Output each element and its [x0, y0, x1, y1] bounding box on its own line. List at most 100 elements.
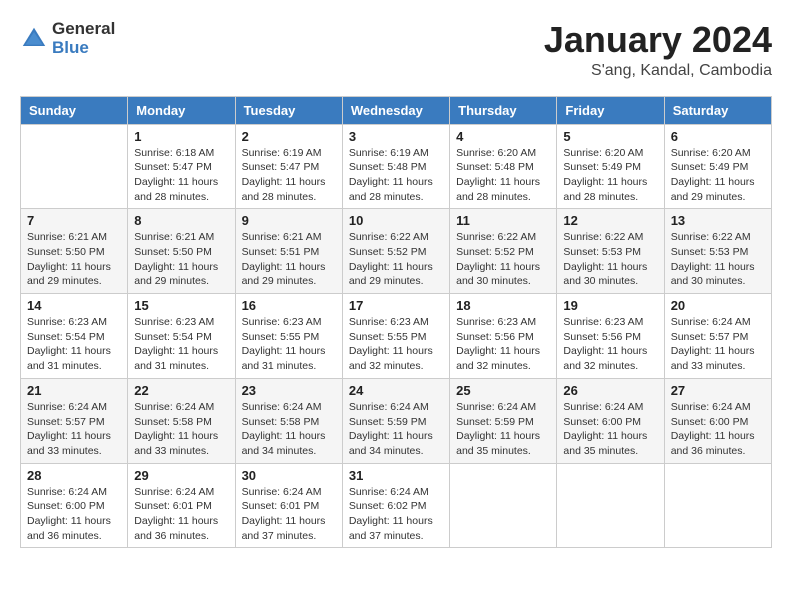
calendar-cell: 27 Sunrise: 6:24 AM Sunset: 6:00 PM Dayli…: [664, 378, 771, 463]
day-number: 9: [242, 213, 336, 228]
day-info: Sunrise: 6:20 AM Sunset: 5:48 PM Dayligh…: [456, 146, 550, 205]
day-info: Sunrise: 6:22 AM Sunset: 5:52 PM Dayligh…: [456, 230, 550, 289]
day-number: 4: [456, 129, 550, 144]
calendar-cell: 20Sunrise: 6:24 AM Sunset: 5:57 PM Dayli…: [664, 294, 771, 379]
day-info: Sunrise: 6:24 AM Sunset: 5:59 PM Dayligh…: [456, 400, 550, 459]
day-info: Sunrise: 6:24 AM Sunset: 5:59 PM Dayligh…: [349, 400, 443, 459]
column-header-monday: Monday: [128, 96, 235, 124]
column-header-tuesday: Tuesday: [235, 96, 342, 124]
calendar-cell: 28 Sunrise: 6:24 AM Sunset: 6:00 PM Dayli…: [21, 463, 128, 548]
calendar-cell: 13 Sunrise: 6:22 AM Sunset: 5:53 PM Dayli…: [664, 209, 771, 294]
day-info: Sunrise: 6:24 AM Sunset: 6:00 PM Dayligh…: [27, 485, 121, 544]
day-number: 16: [242, 298, 336, 313]
calendar-cell: 19Sunrise: 6:23 AM Sunset: 5:56 PM Dayli…: [557, 294, 664, 379]
month-title: January 2024: [544, 20, 772, 60]
subtitle: S'ang, Kandal, Cambodia: [544, 62, 772, 80]
calendar-table: SundayMondayTuesdayWednesdayThursdayFrid…: [20, 96, 772, 549]
day-number: 18: [456, 298, 550, 313]
calendar-cell: 23 Sunrise: 6:24 AM Sunset: 5:58 PM Dayli…: [235, 378, 342, 463]
calendar-cell: 25Sunrise: 6:24 AM Sunset: 5:59 PM Dayli…: [450, 378, 557, 463]
calendar-cell: [21, 124, 128, 209]
day-number: 3: [349, 129, 443, 144]
calendar-cell: 3 Sunrise: 6:19 AM Sunset: 5:48 PM Daylig…: [342, 124, 449, 209]
day-info: Sunrise: 6:24 AM Sunset: 6:00 PM Dayligh…: [563, 400, 657, 459]
calendar-week-row: 28 Sunrise: 6:24 AM Sunset: 6:00 PM Dayli…: [21, 463, 772, 548]
day-number: 8: [134, 213, 228, 228]
calendar-cell: 21 Sunrise: 6:24 AM Sunset: 5:57 PM Dayli…: [21, 378, 128, 463]
title-area: January 2024 S'ang, Kandal, Cambodia: [544, 20, 772, 80]
calendar-cell: 12 Sunrise: 6:22 AM Sunset: 5:53 PM Dayli…: [557, 209, 664, 294]
day-number: 13: [671, 213, 765, 228]
calendar-cell: 30Sunrise: 6:24 AM Sunset: 6:01 PM Dayli…: [235, 463, 342, 548]
day-info: Sunrise: 6:23 AM Sunset: 5:55 PM Dayligh…: [242, 315, 336, 374]
day-info: Sunrise: 6:22 AM Sunset: 5:53 PM Dayligh…: [563, 230, 657, 289]
day-info: Sunrise: 6:24 AM Sunset: 5:58 PM Dayligh…: [242, 400, 336, 459]
day-info: Sunrise: 6:19 AM Sunset: 5:48 PM Dayligh…: [349, 146, 443, 205]
calendar-week-row: 1 Sunrise: 6:18 AM Sunset: 5:47 PM Daylig…: [21, 124, 772, 209]
calendar-cell: 18 Sunrise: 6:23 AM Sunset: 5:56 PM Dayli…: [450, 294, 557, 379]
day-number: 23: [242, 383, 336, 398]
day-info: Sunrise: 6:23 AM Sunset: 5:56 PM Dayligh…: [563, 315, 657, 374]
day-number: 14: [27, 298, 121, 313]
calendar-cell: 29Sunrise: 6:24 AM Sunset: 6:01 PM Dayli…: [128, 463, 235, 548]
calendar-cell: 26 Sunrise: 6:24 AM Sunset: 6:00 PM Dayli…: [557, 378, 664, 463]
calendar-cell: 5 Sunrise: 6:20 AM Sunset: 5:49 PM Daylig…: [557, 124, 664, 209]
day-info: Sunrise: 6:23 AM Sunset: 5:56 PM Dayligh…: [456, 315, 550, 374]
day-info: Sunrise: 6:24 AM Sunset: 6:01 PM Dayligh…: [134, 485, 228, 544]
logo: General Blue: [20, 20, 115, 57]
column-header-wednesday: Wednesday: [342, 96, 449, 124]
calendar-cell: 11Sunrise: 6:22 AM Sunset: 5:52 PM Dayli…: [450, 209, 557, 294]
calendar-cell: [557, 463, 664, 548]
calendar-cell: 16 Sunrise: 6:23 AM Sunset: 5:55 PM Dayli…: [235, 294, 342, 379]
day-info: Sunrise: 6:23 AM Sunset: 5:54 PM Dayligh…: [27, 315, 121, 374]
day-info: Sunrise: 6:22 AM Sunset: 5:52 PM Dayligh…: [349, 230, 443, 289]
day-info: Sunrise: 6:22 AM Sunset: 5:53 PM Dayligh…: [671, 230, 765, 289]
day-info: Sunrise: 6:24 AM Sunset: 6:00 PM Dayligh…: [671, 400, 765, 459]
day-number: 28: [27, 468, 121, 483]
day-info: Sunrise: 6:24 AM Sunset: 5:58 PM Dayligh…: [134, 400, 228, 459]
day-info: Sunrise: 6:21 AM Sunset: 5:50 PM Dayligh…: [134, 230, 228, 289]
calendar-cell: 8 Sunrise: 6:21 AM Sunset: 5:50 PM Daylig…: [128, 209, 235, 294]
day-number: 10: [349, 213, 443, 228]
calendar-cell: 4 Sunrise: 6:20 AM Sunset: 5:48 PM Daylig…: [450, 124, 557, 209]
calendar-cell: 14 Sunrise: 6:23 AM Sunset: 5:54 PM Dayli…: [21, 294, 128, 379]
header: General Blue January 2024 S'ang, Kandal,…: [20, 20, 772, 80]
column-header-saturday: Saturday: [664, 96, 771, 124]
day-number: 21: [27, 383, 121, 398]
day-info: Sunrise: 6:20 AM Sunset: 5:49 PM Dayligh…: [671, 146, 765, 205]
day-info: Sunrise: 6:24 AM Sunset: 6:02 PM Dayligh…: [349, 485, 443, 544]
calendar-body: 1 Sunrise: 6:18 AM Sunset: 5:47 PM Daylig…: [21, 124, 772, 548]
calendar-cell: 9 Sunrise: 6:21 AM Sunset: 5:51 PM Daylig…: [235, 209, 342, 294]
day-number: 15: [134, 298, 228, 313]
day-info: Sunrise: 6:18 AM Sunset: 5:47 PM Dayligh…: [134, 146, 228, 205]
logo-text-general: General: [52, 20, 115, 39]
calendar-cell: 15Sunrise: 6:23 AM Sunset: 5:54 PM Dayli…: [128, 294, 235, 379]
day-info: Sunrise: 6:20 AM Sunset: 5:49 PM Dayligh…: [563, 146, 657, 205]
day-info: Sunrise: 6:19 AM Sunset: 5:47 PM Dayligh…: [242, 146, 336, 205]
day-info: Sunrise: 6:21 AM Sunset: 5:50 PM Dayligh…: [27, 230, 121, 289]
logo-text-blue: Blue: [52, 39, 115, 58]
day-info: Sunrise: 6:23 AM Sunset: 5:55 PM Dayligh…: [349, 315, 443, 374]
calendar-cell: 22 Sunrise: 6:24 AM Sunset: 5:58 PM Dayli…: [128, 378, 235, 463]
calendar-cell: 1 Sunrise: 6:18 AM Sunset: 5:47 PM Daylig…: [128, 124, 235, 209]
day-number: 1: [134, 129, 228, 144]
day-number: 31: [349, 468, 443, 483]
day-number: 30: [242, 468, 336, 483]
day-number: 5: [563, 129, 657, 144]
calendar-week-row: 21 Sunrise: 6:24 AM Sunset: 5:57 PM Dayli…: [21, 378, 772, 463]
day-info: Sunrise: 6:24 AM Sunset: 5:57 PM Dayligh…: [27, 400, 121, 459]
day-number: 6: [671, 129, 765, 144]
calendar-cell: 31 Sunrise: 6:24 AM Sunset: 6:02 PM Dayli…: [342, 463, 449, 548]
day-number: 22: [134, 383, 228, 398]
day-number: 27: [671, 383, 765, 398]
day-number: 20: [671, 298, 765, 313]
day-number: 7: [27, 213, 121, 228]
day-number: 17: [349, 298, 443, 313]
column-header-friday: Friday: [557, 96, 664, 124]
day-info: Sunrise: 6:21 AM Sunset: 5:51 PM Dayligh…: [242, 230, 336, 289]
logo-icon: [20, 25, 48, 53]
day-number: 12: [563, 213, 657, 228]
day-number: 26: [563, 383, 657, 398]
column-header-thursday: Thursday: [450, 96, 557, 124]
calendar-week-row: 14 Sunrise: 6:23 AM Sunset: 5:54 PM Dayli…: [21, 294, 772, 379]
